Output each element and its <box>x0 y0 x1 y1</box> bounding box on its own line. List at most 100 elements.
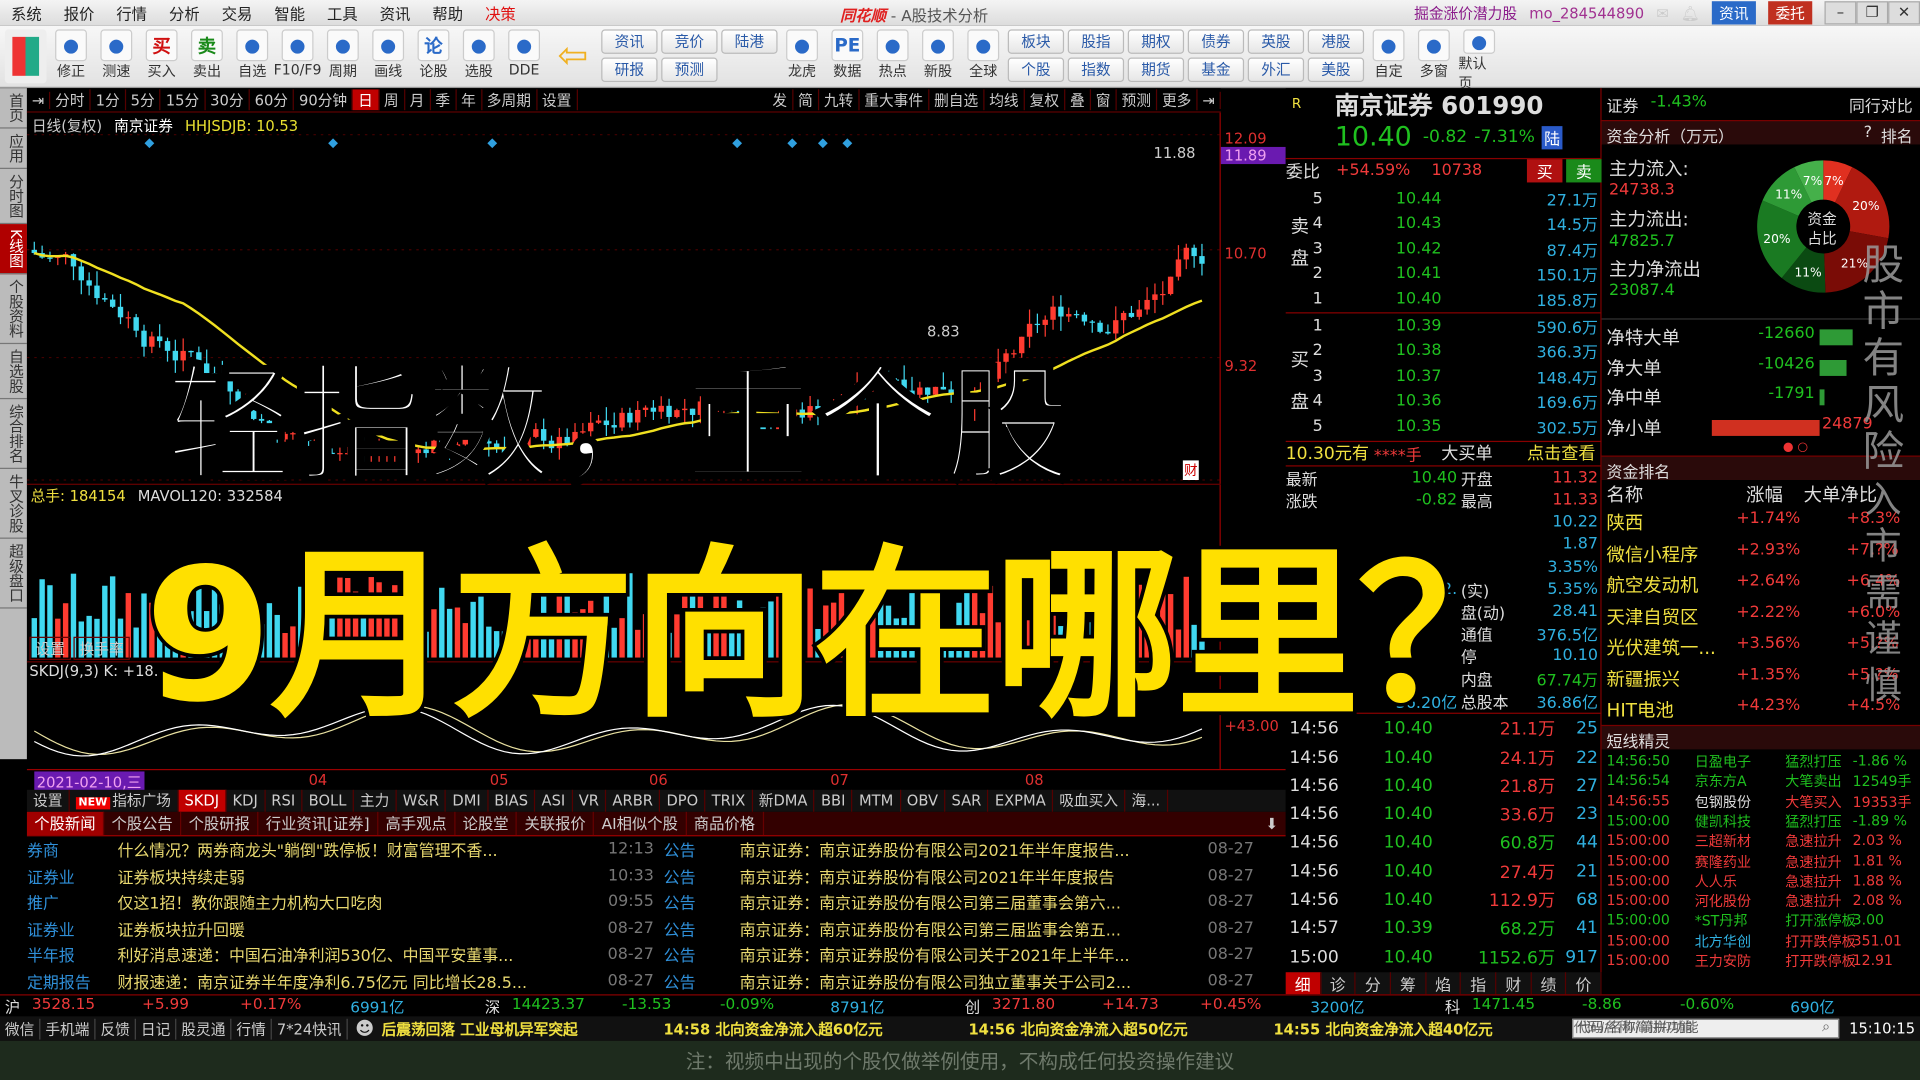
period-tab[interactable]: 1分 <box>91 89 126 111</box>
period-tab[interactable]: 设置 <box>537 89 578 111</box>
indicator-tab[interactable]: DPO <box>660 789 706 812</box>
back-arrow-icon[interactable]: ⇦ <box>549 29 598 83</box>
news-row[interactable]: 证券业 证券板块持续走弱 10:33 公告 南京证券：南京证券股份有限公司2021年半年… <box>27 863 1286 889</box>
indicator-tab[interactable]: 主力 <box>354 789 397 812</box>
indicator-tab[interactable]: 吸血买入 <box>1053 789 1126 812</box>
chart-tool-button[interactable]: 均线 <box>984 89 1025 111</box>
toolbar-f10-button[interactable]: ● F10/F9 <box>274 29 321 85</box>
news-title[interactable]: 利好消息速递：中国石油净利润530亿、中国平安董事... <box>118 943 596 966</box>
left-tab[interactable]: 综合排名 <box>0 399 27 469</box>
toolbar-lun-button[interactable]: 论论股 <box>413 29 455 85</box>
toolbar-ipo-button[interactable]: ● 新股 <box>917 29 959 85</box>
quick-button[interactable]: 外汇 <box>1247 57 1305 83</box>
period-tab[interactable]: 30分 <box>205 89 250 111</box>
expand-icon[interactable]: ⇥ <box>1197 91 1221 109</box>
quick-button[interactable]: 基金 <box>1187 57 1245 83</box>
news-tab[interactable]: 个股新闻 <box>26 811 105 836</box>
quick-button[interactable]: 港股 <box>1307 29 1365 54</box>
news-ticker-item[interactable]: 后震荡回落 工业母机异军突起 <box>382 1018 578 1039</box>
quick-button[interactable]: 期权 <box>1127 29 1185 54</box>
quick-button[interactable]: 竞价 <box>661 29 718 54</box>
quick-button[interactable]: 资讯 <box>601 29 658 54</box>
left-tab[interactable]: 分时图 <box>0 169 27 225</box>
download-icon[interactable]: ⬇ <box>1258 812 1286 835</box>
toolbar-arrow-up-down-button[interactable]: ● 修正 <box>50 29 92 85</box>
period-tab[interactable]: 月 <box>405 89 431 111</box>
news-ticker-item[interactable]: 14:58 北向资金净流入超60亿元 <box>663 1018 882 1039</box>
chart-tool-button[interactable]: 删自选 <box>929 89 985 111</box>
status-link[interactable]: 微信 <box>0 1018 41 1039</box>
news-tab[interactable]: 商品价格 <box>686 811 764 836</box>
toolbar-dragon-button[interactable]: ● 龙虎 <box>781 29 823 85</box>
menu-item[interactable]: 智能 <box>263 1 316 24</box>
quote-tab[interactable]: 诊 <box>1321 972 1356 996</box>
news-title[interactable]: 证券板块拉升回暖 <box>118 917 596 940</box>
chart-tool-button[interactable]: 重大事件 <box>859 89 930 111</box>
news-tag[interactable]: 定期报告 <box>27 969 118 992</box>
rank-col-header[interactable]: 涨幅 <box>1746 481 1783 507</box>
notice-tag[interactable]: 公告 <box>654 969 740 992</box>
sprite-stock[interactable]: 包钢股份 <box>1695 792 1751 812</box>
sprite-stock[interactable]: 王力安防 <box>1695 951 1751 971</box>
quote-tab[interactable]: 筹 <box>1391 972 1427 996</box>
chart-tool-button[interactable]: 发 <box>767 89 794 111</box>
menu-item[interactable]: 交易 <box>211 1 264 24</box>
weituo-button[interactable]: 委托 <box>1768 1 1813 25</box>
period-tab[interactable]: 分时 <box>50 89 91 111</box>
notice-title[interactable]: 南京证券：南京证券股份有限公司关于2021年上半年... <box>740 943 1196 966</box>
news-tab[interactable]: AI相似个股 <box>594 811 687 836</box>
quote-tab[interactable]: 细 <box>1285 972 1321 996</box>
indicator-tab[interactable]: VR <box>573 789 607 812</box>
notice-tag[interactable]: 公告 <box>654 943 740 966</box>
event-diamond-icon[interactable] <box>487 138 498 149</box>
indicator-tab[interactable]: DMI <box>446 789 489 812</box>
menu-item[interactable]: 报价 <box>53 1 106 24</box>
period-tab[interactable]: 5分 <box>126 89 161 111</box>
news-tag[interactable]: 证券业 <box>27 917 118 940</box>
toolbar-period-button[interactable]: ● 周期 <box>322 29 364 85</box>
search-icon[interactable]: ⌕ <box>1822 1018 1830 1036</box>
toolbar-hot-button[interactable]: ● 热点 <box>872 29 914 85</box>
indicator-tab[interactable]: 海... <box>1125 789 1168 812</box>
menu-item[interactable]: 决策 <box>474 1 527 24</box>
news-tag[interactable]: 券商 <box>27 838 118 861</box>
status-link[interactable]: 7*24快讯 <box>272 1018 348 1039</box>
indicator-tab[interactable]: KDJ <box>226 789 266 812</box>
news-row[interactable]: 证券业 证券板块拉升回暖 08-27 公告 南京证券：南京证券股份有限公司第三届监事会第… <box>27 915 1286 941</box>
toolbar-custom-button[interactable]: ● 自定 <box>1368 29 1410 85</box>
toolbar-pen-button[interactable]: ● 画线 <box>367 29 409 85</box>
sprite-stock[interactable]: *ST丹邦 <box>1695 911 1748 931</box>
notice-title[interactable]: 南京证券：南京证券股份有限公司第三届董事会第六... <box>740 891 1196 913</box>
quick-button[interactable]: 英股 <box>1247 29 1305 54</box>
sprite-stock[interactable]: 人人乐 <box>1695 872 1737 892</box>
layout-grid-icon[interactable] <box>4 29 47 84</box>
period-tab[interactable]: 90分钟 <box>294 89 354 111</box>
indicator-tab[interactable]: ASI <box>535 789 573 812</box>
close-button[interactable]: ✕ <box>1888 1 1920 25</box>
indicator-tab[interactable]: OBV <box>901 789 946 812</box>
left-tab[interactable]: K线图 <box>0 224 27 275</box>
quick-button[interactable]: 股指 <box>1067 29 1125 54</box>
quick-button[interactable]: 陆港 <box>721 29 778 54</box>
notice-tag[interactable]: 公告 <box>654 917 740 940</box>
period-tab[interactable]: 季 <box>430 89 457 111</box>
toolbar-pe-button[interactable]: PE 数据 <box>827 29 869 85</box>
indicator-tab[interactable]: EXPMA <box>989 789 1054 812</box>
rank-name[interactable]: 航空发动机 <box>1607 572 1699 598</box>
help-icon[interactable]: ? <box>1864 124 1872 142</box>
chart-tool-button[interactable]: 预测 <box>1117 89 1158 111</box>
news-row[interactable]: 定期报告 财报速递：南京证券半年度净利6.75亿元 同比增长28.5... 08-2… <box>27 968 1286 994</box>
quick-button[interactable]: 美股 <box>1307 57 1365 83</box>
chart-tool-button[interactable]: 复权 <box>1025 89 1066 111</box>
news-tag[interactable]: 推广 <box>27 891 118 913</box>
event-diamond-icon[interactable] <box>144 138 155 149</box>
toolbar-buy-button[interactable]: 买买入 <box>141 29 183 85</box>
left-tab[interactable]: 个股资料 <box>0 274 27 344</box>
event-diamond-icon[interactable] <box>817 138 828 149</box>
toolbar-default-page-button[interactable]: ● 默认页 <box>1458 29 1500 92</box>
news-tab[interactable]: 个股公告 <box>104 811 182 836</box>
quote-tab[interactable]: 价 <box>1567 972 1602 996</box>
chart-tool-button[interactable]: 简 <box>793 89 819 111</box>
status-link[interactable]: 手机端 <box>40 1018 96 1039</box>
quick-button[interactable]: 指数 <box>1067 57 1125 83</box>
